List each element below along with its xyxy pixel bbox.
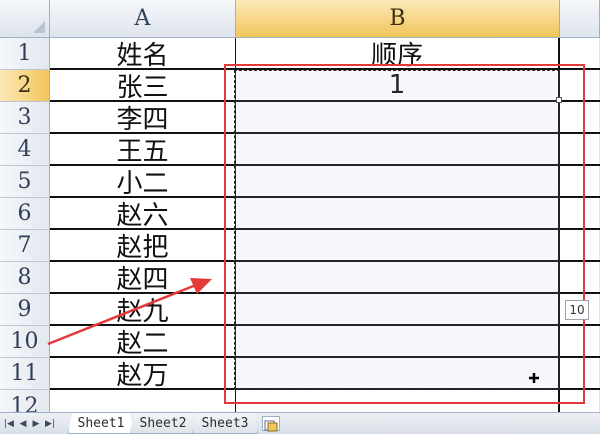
row-header-1[interactable]: 1 <box>0 38 50 70</box>
row-header-11[interactable]: 11 <box>0 358 50 390</box>
cell-a7[interactable]: 赵把 <box>50 230 236 263</box>
cell-a3[interactable]: 李四 <box>50 102 236 135</box>
cell-a6[interactable]: 赵六 <box>50 198 236 231</box>
annotation-highlight-box <box>224 64 585 404</box>
cell-a8[interactable]: 赵四 <box>50 262 236 295</box>
row-header-3[interactable]: 3 <box>0 102 50 134</box>
select-all-triangle-icon <box>33 21 45 33</box>
row-header-7[interactable]: 7 <box>0 230 50 262</box>
sheet-tab-1[interactable]: Sheet1 <box>68 413 134 434</box>
select-all-corner[interactable] <box>0 0 50 38</box>
row-header-8[interactable]: 8 <box>0 262 50 294</box>
row-header-5[interactable]: 5 <box>0 166 50 198</box>
cell-a1[interactable]: 姓名 <box>50 38 236 71</box>
cell-a10[interactable]: 赵二 <box>50 326 236 359</box>
row-header-9[interactable]: 9 <box>0 294 50 326</box>
fill-crosshair-icon <box>529 373 539 383</box>
cell-a2[interactable]: 张三 <box>50 70 236 103</box>
row-header-10[interactable]: 10 <box>0 326 50 358</box>
prev-sheet-icon[interactable]: ◀ <box>17 417 29 431</box>
column-header-b[interactable]: B <box>236 0 560 38</box>
last-sheet-icon[interactable]: ▶| <box>44 417 56 431</box>
row-header-6[interactable]: 6 <box>0 198 50 230</box>
column-header-a[interactable]: A <box>50 0 236 38</box>
cell-a5[interactable]: 小二 <box>50 166 236 199</box>
sheet-tab-bar: |◀ ◀ ▶ ▶| Sheet1 Sheet2 Sheet3 <box>0 412 600 434</box>
sheet-tab-3[interactable]: Sheet3 <box>192 413 258 434</box>
column-header-c[interactable] <box>560 0 600 38</box>
row-header-4[interactable]: 4 <box>0 134 50 166</box>
cell-a12[interactable] <box>50 390 236 412</box>
cell-a11[interactable]: 赵万 <box>50 358 236 391</box>
first-sheet-icon[interactable]: |◀ <box>3 417 15 431</box>
row-header-2[interactable]: 2 <box>0 70 50 102</box>
insert-sheet-icon[interactable] <box>262 416 280 432</box>
cell-a4[interactable]: 王五 <box>50 134 236 167</box>
sheet-tab-2[interactable]: Sheet2 <box>130 413 196 434</box>
next-sheet-icon[interactable]: ▶ <box>30 417 42 431</box>
autofill-value-tooltip: 10 <box>565 300 589 320</box>
cell-a9[interactable]: 赵九 <box>50 294 236 327</box>
